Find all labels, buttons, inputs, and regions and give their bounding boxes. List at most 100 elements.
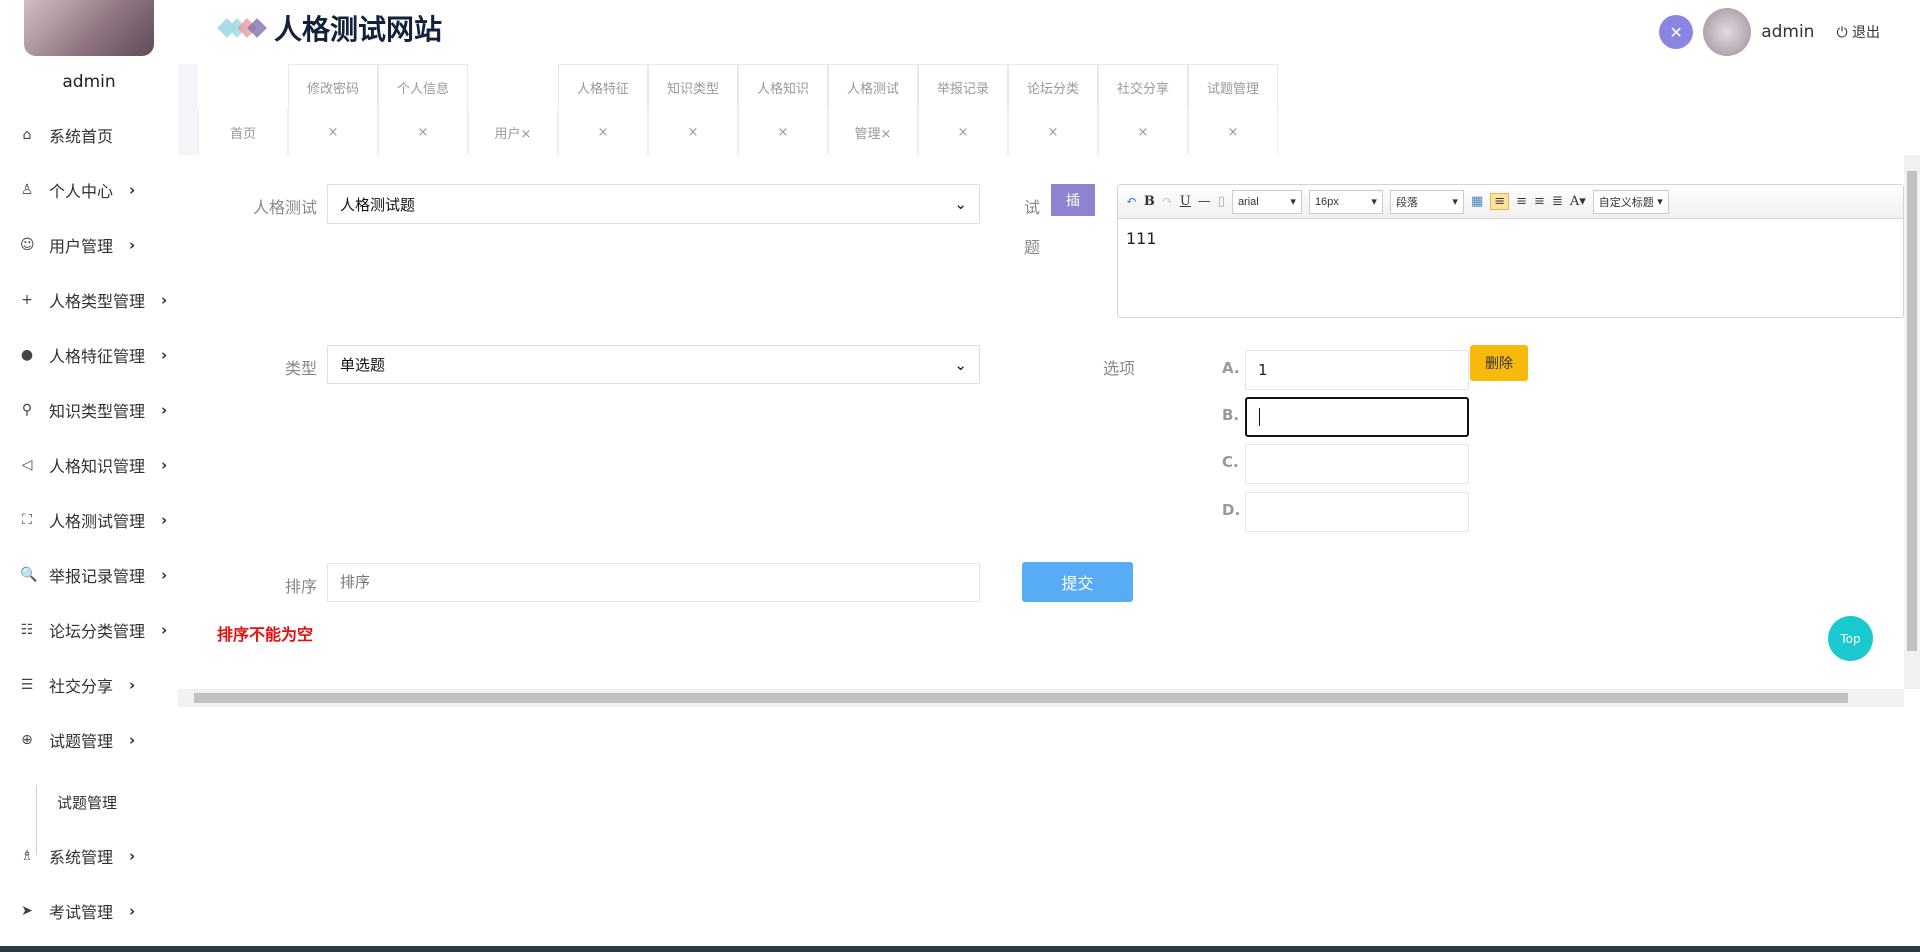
editor-content[interactable]: 111 [1118, 219, 1903, 258]
tab-label[interactable]: 个人信息 [378, 64, 468, 109]
sidebar-item-7[interactable]: ◁ 人格知识管理 › [20, 450, 168, 480]
tab-7[interactable]: 人格知识 × [738, 64, 828, 155]
sidebar-item-3[interactable]: ☺ 用户管理 › [20, 230, 135, 260]
sidebar-item-12[interactable]: ⊕ 试题管理 › [20, 725, 135, 755]
font-color-icon[interactable]: A▾ [1570, 194, 1586, 209]
tab-12[interactable]: 试题管理 × [1188, 64, 1278, 155]
tab-1[interactable]: 首页 [198, 64, 288, 155]
tab-label[interactable] [198, 64, 288, 109]
delete-option-button[interactable]: 删除 [1470, 345, 1528, 381]
sidebar-item-14[interactable]: ➤ 考试管理 › [20, 896, 135, 926]
tab-close[interactable]: × [378, 109, 468, 155]
sidebar-item-13[interactable]: ♗ 系统管理 › [20, 841, 135, 871]
header-username[interactable]: admin [1761, 22, 1814, 42]
vertical-scrollbar[interactable] [1904, 155, 1920, 689]
option-letter: B. [1222, 406, 1240, 424]
submit-button[interactable]: 提交 [1022, 562, 1133, 602]
tab-3[interactable]: 个人信息 × [378, 64, 468, 155]
sidebar-item-11[interactable]: ☰ 社交分享 › [20, 670, 135, 700]
sidebar-item-5[interactable]: ● 人格特征管理 › [20, 340, 167, 370]
sidebar-item-6[interactable]: ⚲ 知识类型管理 › [20, 395, 167, 425]
tab-5[interactable]: 人格特征 × [558, 64, 648, 155]
justify-icon[interactable]: ≣ [1552, 194, 1563, 209]
undo-icon[interactable]: ↶ [1126, 194, 1137, 209]
option-input-a[interactable]: 1 [1245, 350, 1469, 390]
tab-label[interactable]: 修改密码 [288, 64, 378, 109]
sidebar-item-10[interactable]: ☷ 论坛分类管理 › [20, 615, 167, 645]
heading-select[interactable]: 自定义标题 ▾ [1592, 189, 1669, 214]
tab-close[interactable]: × [1188, 109, 1278, 155]
test-select[interactable]: 人格测试题 ⌄ [327, 184, 980, 224]
site-title: 人格测试网站 [217, 8, 443, 48]
tab-label[interactable]: 社交分享 [1098, 64, 1188, 109]
tab-label[interactable] [468, 64, 558, 109]
logout-button[interactable]: ⏻ 退出 [1836, 22, 1880, 42]
tab-close[interactable]: × [738, 109, 828, 155]
tab-6[interactable]: 知识类型 × [648, 64, 738, 155]
tab-8[interactable]: 人格测试 管理× [828, 64, 918, 155]
option-input-c[interactable] [1245, 444, 1469, 484]
sort-input[interactable] [327, 563, 980, 602]
table-icon[interactable]: ▦ [1471, 194, 1483, 209]
chevron-right-icon: › [129, 236, 136, 254]
sidebar-item-2[interactable]: ♙ 个人中心 › [20, 175, 135, 205]
tab-close[interactable]: 用户× [468, 109, 558, 155]
tab-label[interactable]: 举报记录 [918, 64, 1008, 109]
tab-close[interactable]: 首页 [198, 109, 288, 155]
redo-icon[interactable]: ↷ [1162, 194, 1173, 209]
paragraph-select[interactable]: 段落 ▾ [1389, 189, 1464, 214]
header-avatar[interactable] [1703, 8, 1752, 56]
font-family-select[interactable]: arial ▾ [1231, 189, 1302, 214]
tab-close[interactable]: × [648, 109, 738, 155]
align-center-icon[interactable]: ≡ [1534, 194, 1545, 209]
tab-close[interactable]: × [1008, 109, 1098, 155]
option-input-b[interactable] [1245, 397, 1469, 437]
back-to-top-button[interactable]: Top [1828, 616, 1873, 661]
tab-4[interactable]: 用户× [468, 64, 558, 155]
sidebar-item-label: 人格测试管理 [49, 512, 146, 531]
logo-icon [217, 18, 267, 38]
tab-close[interactable]: × [918, 109, 1008, 155]
sidebar-item-label: 举报记录管理 [49, 567, 146, 586]
tab-label[interactable]: 论坛分类 [1008, 64, 1098, 109]
tab-11[interactable]: 社交分享 × [1098, 64, 1188, 155]
bold-icon[interactable]: B [1144, 194, 1155, 209]
align-right-icon[interactable]: ≡ [1516, 194, 1527, 209]
chevron-right-icon: › [129, 676, 136, 694]
tab-9[interactable]: 举报记录 × [918, 64, 1008, 155]
page-icon[interactable]: ▯ [1218, 194, 1225, 209]
tab-close[interactable]: × [288, 109, 378, 155]
submenu-item-question-management[interactable]: 试题管理 [57, 792, 117, 813]
tab-label[interactable]: 知识类型 [648, 64, 738, 109]
tab-close[interactable]: × [1098, 109, 1188, 155]
tab-close[interactable]: × [558, 109, 648, 155]
horizontal-scrollbar[interactable] [178, 689, 1904, 707]
tab-2[interactable]: 修改密码 × [288, 64, 378, 155]
insert-button[interactable]: 插 [1051, 184, 1095, 216]
option-input-d[interactable] [1245, 492, 1469, 532]
type-select[interactable]: 单选题 ⌄ [327, 345, 980, 384]
tab-label[interactable]: 人格知识 [738, 64, 828, 109]
sidebar-item-9[interactable]: 🔍 举报记录管理 › [20, 560, 167, 590]
sidebar-item-4[interactable]: + 人格类型管理 › [20, 285, 167, 315]
font-size-select[interactable]: 16px ▾ [1308, 189, 1383, 214]
chevron-right-icon: › [129, 847, 136, 865]
sidebar-item-1[interactable]: ⌂ 系统首页 [20, 120, 113, 150]
fullscreen-icon[interactable]: ✕ [1659, 15, 1694, 49]
align-left-icon[interactable]: ≡ [1490, 193, 1510, 210]
tab-label[interactable]: 人格测试 [828, 64, 918, 109]
sidebar-item-label: 知识类型管理 [49, 402, 146, 421]
chevron-right-icon: › [161, 456, 168, 474]
sidebar-item-8[interactable]: ⛶ 人格测试管理 › [20, 505, 167, 535]
tab-label[interactable]: 人格特征 [558, 64, 648, 109]
underline-icon[interactable]: U [1180, 194, 1191, 209]
user-icon: ♙ [20, 182, 34, 198]
horizontal-rule-icon[interactable]: — [1198, 194, 1211, 209]
sidebar-item-label: 考试管理 [49, 903, 114, 922]
tab-close[interactable]: 管理× [828, 109, 918, 155]
tab-label[interactable]: 试题管理 [1188, 64, 1278, 109]
scan-face-icon: ⛶ [22, 512, 32, 528]
tab-10[interactable]: 论坛分类 × [1008, 64, 1098, 155]
question-label-1: 试 [1023, 198, 1040, 217]
site-title-text: 人格测试网站 [274, 13, 443, 46]
